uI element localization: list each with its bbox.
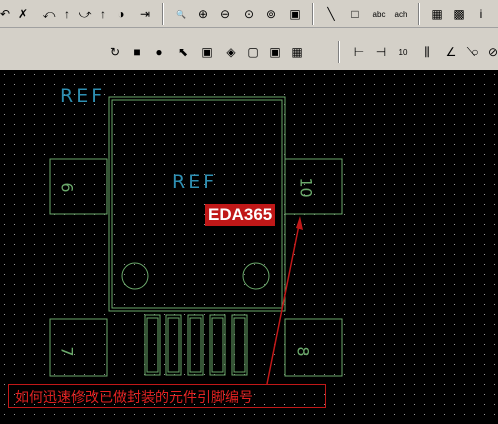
delete-icon[interactable]: ✗	[14, 5, 32, 23]
pin-label-6: 6	[57, 182, 77, 193]
properties-icon[interactable]: ◑	[112, 5, 130, 23]
pad-frame-icon[interactable]: ▣	[266, 43, 284, 61]
square-pad-icon[interactable]: ■	[128, 43, 146, 61]
zoom-fit-icon[interactable]: ⊙	[240, 5, 258, 23]
pin-label-10: 10	[296, 177, 316, 198]
dim-ten-icon[interactable]: 10	[394, 43, 412, 61]
draw-line-icon[interactable]: ╲	[322, 5, 340, 23]
watermark-eda365: EDA365	[205, 204, 276, 226]
move-up-icon[interactable]: ↑	[58, 5, 76, 23]
dim-multi-icon[interactable]: ⫼	[418, 43, 436, 61]
undo-icon[interactable]: ↶	[0, 5, 14, 23]
pad-diamond-icon[interactable]: ◈	[222, 43, 240, 61]
rotate-icon[interactable]: ↻	[106, 43, 124, 61]
text-abc-icon[interactable]: abc	[370, 5, 388, 23]
redo-step-icon[interactable]: ⤻	[76, 5, 94, 23]
zoom-in-icon[interactable]: ⊕	[194, 5, 212, 23]
angle-icon[interactable]: ∠	[442, 43, 460, 61]
zoom-out-icon[interactable]: ⊖	[216, 5, 234, 23]
grid-color-icon[interactable]: ▦	[428, 5, 446, 23]
pad-grid-icon[interactable]: ▦	[288, 43, 306, 61]
select-arrow-icon[interactable]: ⬉	[174, 43, 192, 61]
dim-arrow-icon[interactable]: ⊣	[372, 43, 390, 61]
toolbar-separator	[312, 3, 314, 25]
toolbar-separator	[338, 41, 340, 63]
zoom-window-icon[interactable]: ▣	[286, 5, 304, 23]
pin-label-7: 7	[57, 346, 77, 357]
design-canvas[interactable]: REF REF 6 10 7 8 EDA365 如何迅速修改已做封装的元件引脚编…	[0, 70, 498, 424]
zoom-area-icon[interactable]: ⊚	[262, 5, 280, 23]
annotation-caption: 如何迅速修改已做封装的元件引脚编号	[8, 384, 326, 408]
pad-ring-icon[interactable]: ▢	[244, 43, 262, 61]
drawing-toolbar: ↻ ■ ● ⬉ ▣ ◈ ▢ ▣ ▦ ⊢ ⊣ 10 ⫼ ∠ ⟍ ○ ⊘	[0, 38, 498, 68]
main-toolbar: ↶ ✗ ⤺ ↑ ⤻ ↑ ◑ ⇥ 🔍 ⊕ ⊖ ⊙ ⊚ ▣ ╲ □ abc ach ▦ ▩ i	[0, 0, 498, 28]
canvas-drawing	[0, 70, 498, 424]
toolbar-separator	[418, 3, 420, 25]
pin-label-8: 8	[293, 346, 313, 357]
round-pad-icon[interactable]: ●	[150, 43, 168, 61]
text-ach-icon[interactable]: ach	[392, 5, 410, 23]
ref-designator-inner[interactable]: REF	[172, 171, 217, 193]
ref-designator-outer[interactable]: REF	[60, 85, 105, 107]
undo-step-icon[interactable]: ⤺	[40, 5, 58, 23]
dim-horizontal-icon[interactable]: ⊢	[350, 43, 368, 61]
circle-dim-icon[interactable]: ○	[466, 43, 484, 61]
insert-icon[interactable]: ⇥	[136, 5, 154, 23]
grid-dots	[0, 70, 498, 424]
zoom-icon[interactable]: 🔍	[172, 5, 190, 23]
pad-square-alt-icon[interactable]: ▣	[198, 43, 216, 61]
redo-up-icon[interactable]: ↑	[94, 5, 112, 23]
draw-rect-icon[interactable]: □	[346, 5, 364, 23]
radius-icon[interactable]: ⊘	[484, 43, 498, 61]
library-icon[interactable]: ▩	[450, 5, 468, 23]
info-icon[interactable]: i	[472, 5, 490, 23]
toolbar-separator	[162, 3, 164, 25]
